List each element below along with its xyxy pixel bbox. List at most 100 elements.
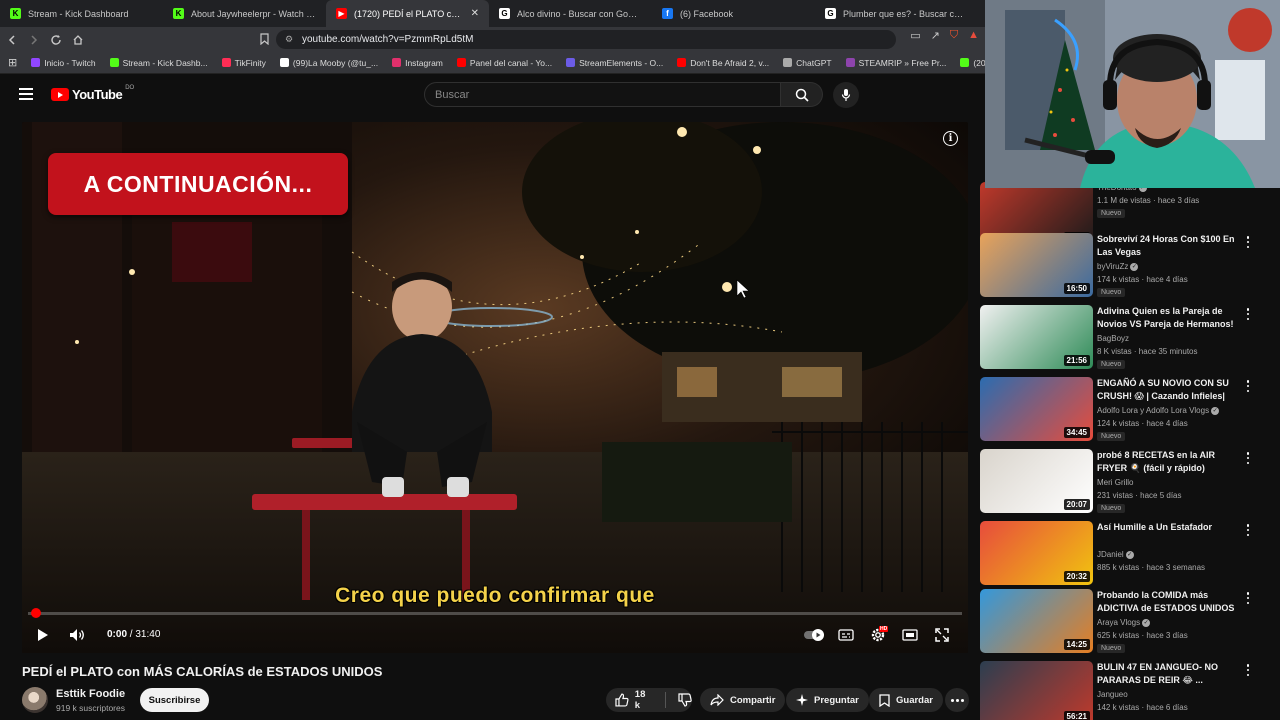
recommendation-item[interactable]: 20:07 probé 8 RECETAS en la AIR FRYER 🍳 (… xyxy=(980,449,1280,517)
more-actions-button[interactable] xyxy=(945,688,969,712)
recommendation-title[interactable]: Sobreviví 24 Horas Con $100 En Las Vegas xyxy=(1097,233,1247,259)
channel-label: Meri Grillo xyxy=(1097,478,1134,487)
cast-icon[interactable]: ▭ xyxy=(910,29,920,42)
youtube-header: YouTube DO Buscar xyxy=(0,74,985,116)
volume-button[interactable] xyxy=(67,625,87,645)
search-button[interactable] xyxy=(781,82,823,107)
channel-name[interactable]: Esttik Foodie xyxy=(56,688,125,700)
tab-title: Plumber que es? - Buscar con Google xyxy=(843,8,968,19)
bookmark-star-icon[interactable] xyxy=(254,29,274,49)
video-thumbnail[interactable]: 21:56 xyxy=(980,305,1093,369)
extension-icon[interactable]: ▲ xyxy=(968,29,979,42)
fullscreen-button[interactable] xyxy=(933,625,951,645)
recommendation-item[interactable]: 16:50 Sobreviví 24 Horas Con $100 En Las … xyxy=(980,233,1280,301)
brave-shield-icon[interactable]: ⛉ xyxy=(950,29,958,42)
recommendation-item[interactable]: 34:45 ENGAÑÓ A SU NOVIO CON SU CRUSH! 😱 |… xyxy=(980,377,1280,445)
bookmark-item[interactable]: Inicio - Twitch xyxy=(31,58,96,68)
video-thumbnail[interactable]: 56:21 xyxy=(980,661,1093,720)
info-icon[interactable]: i xyxy=(943,131,958,146)
browser-tab[interactable]: G Alco divino - Buscar con Google xyxy=(489,0,652,27)
browser-tab[interactable]: K Stream - Kick Dashboard xyxy=(0,0,163,27)
video-thumbnail[interactable]: 20:32 xyxy=(980,521,1093,585)
recommendation-item[interactable]: 56:21 BULIN 47 EN JANGUEO- NO PARARAS DE … xyxy=(980,661,1280,720)
home-icon[interactable] xyxy=(68,30,88,50)
play-icon xyxy=(38,629,48,641)
channel-label: byViruZz xyxy=(1097,262,1129,271)
video-thumbnail[interactable]: 20:07 xyxy=(980,449,1093,513)
video-player[interactable]: A CONTINUACIÓN... i Creo que puedo confi… xyxy=(22,122,968,653)
region-code: DO xyxy=(125,85,135,91)
recommendation-title[interactable]: Así Humille a Un Estafador xyxy=(1097,521,1247,534)
more-vertical-icon[interactable] xyxy=(1243,523,1253,537)
tab-close-icon[interactable]: ✕ xyxy=(471,8,479,19)
recommendation-channel[interactable]: Jangueo xyxy=(1097,690,1128,699)
browser-tab[interactable]: K About Jaywheelerpr - Watch Live on xyxy=(163,0,326,27)
voice-search-button[interactable] xyxy=(833,82,859,108)
site-info-icon[interactable]: ⚙ xyxy=(285,34,293,45)
channel-label: Jangueo xyxy=(1097,690,1128,699)
recommendation-title[interactable]: ENGAÑÓ A SU NOVIO CON SU CRUSH! 😱 | Caza… xyxy=(1097,377,1247,403)
apps-grid-icon[interactable]: ⊞ xyxy=(8,56,17,69)
scrubber-handle[interactable] xyxy=(31,608,41,618)
back-icon[interactable] xyxy=(2,30,22,50)
browser-tab[interactable]: f (6) Facebook xyxy=(652,0,815,27)
recommendation-title[interactable]: Probando la COMIDA más ADICTIVA de ESTAD… xyxy=(1097,589,1247,615)
menu-icon[interactable] xyxy=(19,88,33,100)
bookmark-item[interactable]: ChatGPT xyxy=(783,57,832,68)
recommendation-channel[interactable]: Meri Grillo xyxy=(1097,478,1133,487)
bookmark-item[interactable]: STEAMRIP » Free Pr... xyxy=(845,58,946,68)
autoplay-toggle[interactable] xyxy=(804,625,826,645)
bookmark-item[interactable]: (20) Dashboard / St... xyxy=(960,58,985,68)
address-bar[interactable]: ⚙ youtube.com/watch?v=PzmmRpLd5tM xyxy=(276,30,896,49)
recommendation-channel[interactable]: Adolfo Lora y Adolfo Lora Vlogs ✓ xyxy=(1097,406,1220,415)
bookmark-item[interactable]: Don't Be Afraid 2, v... xyxy=(677,58,769,68)
recommendation-title[interactable]: BULIN 47 EN JANGUEO- NO PARARAS DE REIR … xyxy=(1097,661,1247,687)
recommendation-channel[interactable]: JDaniel ✓ xyxy=(1097,550,1134,559)
recommendation-channel[interactable]: BagBoyz xyxy=(1097,334,1129,343)
bookmark-item[interactable]: TikFinity xyxy=(221,58,266,68)
youtube-logo[interactable]: YouTube DO xyxy=(51,85,135,102)
progress-bar[interactable] xyxy=(28,608,962,618)
more-vertical-icon[interactable] xyxy=(1243,451,1253,465)
bookmark-label: ChatGPT xyxy=(796,57,832,68)
recommendation-title[interactable]: probé 8 RECETAS en la AIR FRYER 🍳 (fácil… xyxy=(1097,449,1247,475)
recommendation-channel[interactable]: Araya Vlogs ✓ xyxy=(1097,618,1151,627)
channel-avatar[interactable] xyxy=(22,687,48,713)
recommendation-channel[interactable]: byViruZz ✓ xyxy=(1097,262,1139,271)
forward-icon[interactable] xyxy=(24,30,44,50)
share-button[interactable]: Compartir xyxy=(700,688,786,712)
play-button[interactable] xyxy=(34,625,52,645)
search-input[interactable]: Buscar xyxy=(424,82,781,107)
more-vertical-icon[interactable] xyxy=(1243,591,1253,605)
browser-tab[interactable]: ▶ (1720) PEDÍ el PLATO con MÁS C ✕ xyxy=(326,0,489,27)
settings-button[interactable]: HD xyxy=(869,625,889,645)
recommendation-item[interactable]: 20:32 Así Humille a Un Estafador JDaniel ✓ 8… xyxy=(980,521,1280,589)
dislike-button[interactable] xyxy=(678,688,692,712)
recommendation-item[interactable]: 14:25 Probando la COMIDA más ADICTIVA de … xyxy=(980,589,1280,657)
recommendation-title[interactable]: Adivina Quien es la Pareja de Novios VS … xyxy=(1097,305,1247,331)
thumbs-down-icon xyxy=(678,693,692,707)
video-thumbnail[interactable]: 14:25 xyxy=(980,589,1093,653)
bookmark-label: (20) Dashboard / St... xyxy=(973,57,985,68)
more-vertical-icon[interactable] xyxy=(1243,235,1253,249)
bookmark-item[interactable]: Stream - Kick Dashb... xyxy=(109,58,208,68)
more-vertical-icon[interactable] xyxy=(1243,663,1253,677)
save-button[interactable]: Guardar xyxy=(869,688,943,712)
bookmark-item[interactable]: Instagram xyxy=(392,58,443,68)
bookmark-item[interactable]: Panel del canal - Yo... xyxy=(456,58,552,68)
video-thumbnail[interactable]: 34:45 xyxy=(980,377,1093,441)
video-thumbnail[interactable]: 16:50 xyxy=(980,233,1093,297)
reload-icon[interactable] xyxy=(46,30,66,50)
subscribe-button[interactable]: Suscribirse xyxy=(140,688,209,712)
browser-tab[interactable]: G Plumber que es? - Buscar con Google xyxy=(815,0,978,27)
subtitles-button[interactable] xyxy=(837,625,855,645)
like-button[interactable]: 18 k xyxy=(606,688,653,712)
bookmark-item[interactable]: StreamElements - O... xyxy=(566,58,663,68)
more-vertical-icon[interactable] xyxy=(1243,379,1253,393)
ask-button[interactable]: Preguntar xyxy=(786,688,869,712)
miniplayer-button[interactable] xyxy=(901,625,919,645)
more-vertical-icon[interactable] xyxy=(1243,307,1253,321)
recommendation-item[interactable]: 21:56 Adivina Quien es la Pareja de Novio… xyxy=(980,305,1280,373)
share-page-icon[interactable]: ↗ xyxy=(931,29,940,42)
bookmark-item[interactable]: (99)La Mooby (@tu_... xyxy=(279,58,378,68)
